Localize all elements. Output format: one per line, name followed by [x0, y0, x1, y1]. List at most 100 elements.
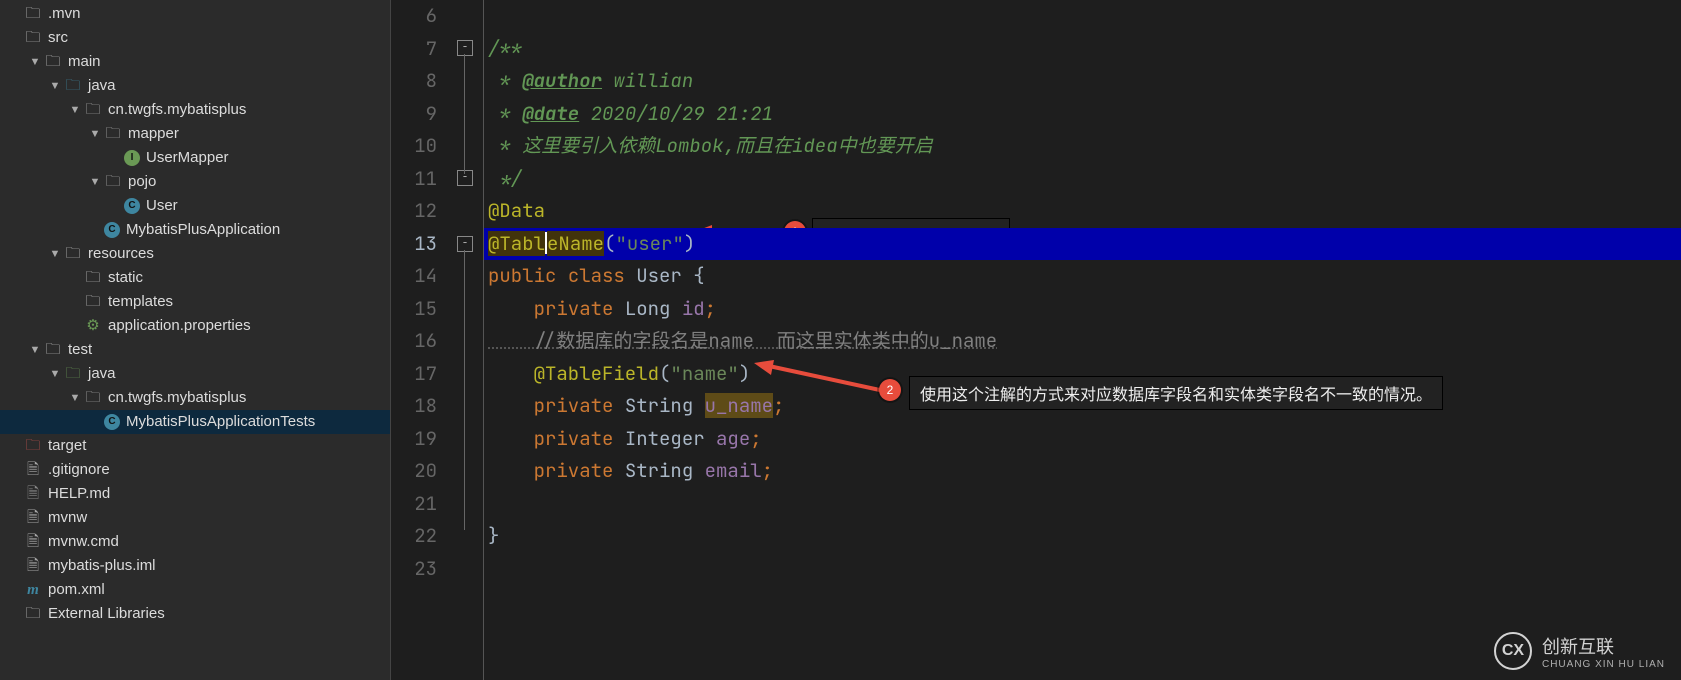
code-line[interactable]: * @author willian	[484, 65, 1681, 98]
tree-row[interactable]: 🗎mvnw	[0, 506, 390, 530]
code-line[interactable]: public class User {	[484, 260, 1681, 293]
code-line[interactable]: */	[484, 163, 1681, 196]
package-icon: 🗀	[104, 173, 122, 191]
code-line[interactable]: @Data	[484, 195, 1681, 228]
comment-token: * 这里要引入依赖Lombok,而且在idea中也要开启	[488, 133, 933, 158]
tree-item-label: .mvn	[48, 2, 81, 26]
file-icon: 🗎	[24, 533, 42, 551]
tree-item-label: MybatisPlusApplication	[126, 218, 280, 242]
code-line[interactable]: private Integer age;	[484, 423, 1681, 456]
tree-row[interactable]: ▼🗀cn.twgfs.mybatisplus	[0, 98, 390, 122]
gutter-fold-column: − − −	[451, 0, 483, 680]
tree-row[interactable]: CMybatisPlusApplicationTests	[0, 410, 390, 434]
chevron-icon[interactable]: ▼	[28, 338, 42, 362]
code-line[interactable]: @TableField("name")	[484, 358, 1681, 391]
line-number: 22	[391, 520, 451, 553]
tree-row[interactable]: 🗀target	[0, 434, 390, 458]
line-number: 18	[391, 390, 451, 423]
tree-item-label: java	[88, 74, 116, 98]
annotation-token: @Data	[488, 198, 545, 223]
field-token: u_name	[705, 393, 773, 418]
code-line[interactable]	[484, 488, 1681, 521]
doc-tag-token: @author	[522, 68, 602, 93]
file-icon: 🗎	[24, 461, 42, 479]
tree-row[interactable]: CMybatisPlusApplication	[0, 218, 390, 242]
tree-row[interactable]: CUser	[0, 194, 390, 218]
line-number: 16	[391, 325, 451, 358]
tree-row[interactable]: ▼🗀 pojo	[0, 170, 390, 194]
tree-row[interactable]: IUserMapper	[0, 146, 390, 170]
chevron-icon[interactable]: ▼	[88, 122, 102, 146]
tree-item-label: HELP.md	[48, 482, 110, 506]
tree-row[interactable]: 🗀src	[0, 26, 390, 50]
tree-item-label: UserMapper	[146, 146, 229, 170]
fold-icon[interactable]: −	[457, 170, 473, 186]
tree-row[interactable]: ▼🗀java	[0, 362, 390, 386]
code-line[interactable]: /**	[484, 33, 1681, 66]
code-line[interactable]: //数据库的字段名是name 而这里实体类中的u_name	[484, 325, 1681, 358]
tree-item-label: templates	[108, 290, 173, 314]
tree-row[interactable]: 🗀 .mvn	[0, 2, 390, 26]
line-number: 13	[391, 228, 451, 261]
tree-row[interactable]: mpom.xml	[0, 578, 390, 602]
tree-item-label: mybatis-plus.iml	[48, 554, 156, 578]
line-number: 15	[391, 293, 451, 326]
code-line[interactable]: @TableName("user")	[484, 228, 1681, 261]
package-icon: 🗀	[84, 389, 102, 407]
code-line[interactable]	[484, 553, 1681, 586]
tree-item-label: External Libraries	[48, 602, 165, 626]
code-line[interactable]: }	[484, 520, 1681, 553]
tree-item-label: pom.xml	[48, 578, 105, 602]
fold-icon[interactable]: −	[457, 40, 473, 56]
comment-token: */	[488, 166, 522, 191]
folder-icon: 🗀	[84, 269, 102, 287]
tree-item-label: resources	[88, 242, 154, 266]
line-number: 19	[391, 423, 451, 456]
chevron-icon[interactable]: ▼	[68, 98, 82, 122]
code-line[interactable]: private String u_name;	[484, 390, 1681, 423]
project-tree-panel: 🗀.mvn🗀src▼🗀main▼🗀java▼🗀cn.twgfs.mybatisp…	[0, 0, 391, 680]
tree-row[interactable]: 🗀External Libraries	[0, 602, 390, 626]
folder-icon: 🗀	[64, 77, 82, 95]
line-number: 10	[391, 130, 451, 163]
tree-row[interactable]: ▼🗀main	[0, 50, 390, 74]
tree-row[interactable]: ▼🗀 java	[0, 74, 390, 98]
tree-row[interactable]: 🗎.gitignore	[0, 458, 390, 482]
line-number: 20	[391, 455, 451, 488]
chevron-icon[interactable]: ▼	[68, 386, 82, 410]
tree-row[interactable]: 🗀static	[0, 266, 390, 290]
chevron-icon[interactable]: ▼	[48, 242, 62, 266]
tree-row[interactable]: ▼🗀mapper	[0, 122, 390, 146]
annotation-token: @Tabl	[488, 231, 545, 256]
code-line[interactable]: private String email;	[484, 455, 1681, 488]
tree-row[interactable]: ▼🗀test	[0, 338, 390, 362]
tree-row[interactable]: 🗎HELP.md	[0, 482, 390, 506]
tree-row[interactable]: ▼🗀cn.twgfs.mybatisplus	[0, 386, 390, 410]
tree-row[interactable]: 🗀 templates	[0, 290, 390, 314]
folder-icon: 🗀	[84, 293, 102, 311]
tree-row[interactable]: ▼🗀resources	[0, 242, 390, 266]
tree-item-label: pojo	[128, 170, 156, 194]
code-editor[interactable]: 67891011121314151617181920212223 − − − 1…	[391, 0, 1681, 680]
watermark: CX 创新互联 CHUANG XIN HU LIAN	[1494, 632, 1665, 670]
chevron-icon[interactable]: ▼	[28, 50, 42, 74]
string-token: "user"	[615, 231, 683, 256]
code-line[interactable]: private Long id;	[484, 293, 1681, 326]
line-number: 9	[391, 98, 451, 131]
watermark-badge: CX	[1494, 632, 1532, 670]
fold-icon[interactable]: −	[457, 236, 473, 252]
code-line[interactable]	[484, 0, 1681, 33]
chevron-icon[interactable]: ▼	[48, 362, 62, 386]
tree-row[interactable]: ⚙application.properties	[0, 314, 390, 338]
tree-row[interactable]: 🗎mybatis-plus.iml	[0, 554, 390, 578]
folder-icon: 🗀	[24, 5, 42, 23]
code-line[interactable]: * @date 2020/10/29 21:21	[484, 98, 1681, 131]
line-number: 7	[391, 33, 451, 66]
chevron-icon[interactable]: ▼	[88, 170, 102, 194]
watermark-sub: CHUANG XIN HU LIAN	[1542, 659, 1665, 670]
tree-item-label: MybatisPlusApplicationTests	[126, 410, 315, 434]
chevron-icon[interactable]: ▼	[48, 74, 62, 98]
code-line[interactable]: * 这里要引入依赖Lombok,而且在idea中也要开启	[484, 130, 1681, 163]
tree-row[interactable]: 🗎mvnw.cmd	[0, 530, 390, 554]
code-area[interactable]: 1 指定表名，也可以不指定 2 使用这个注解的方式来对应数据库字段名和实体类字段…	[484, 0, 1681, 680]
